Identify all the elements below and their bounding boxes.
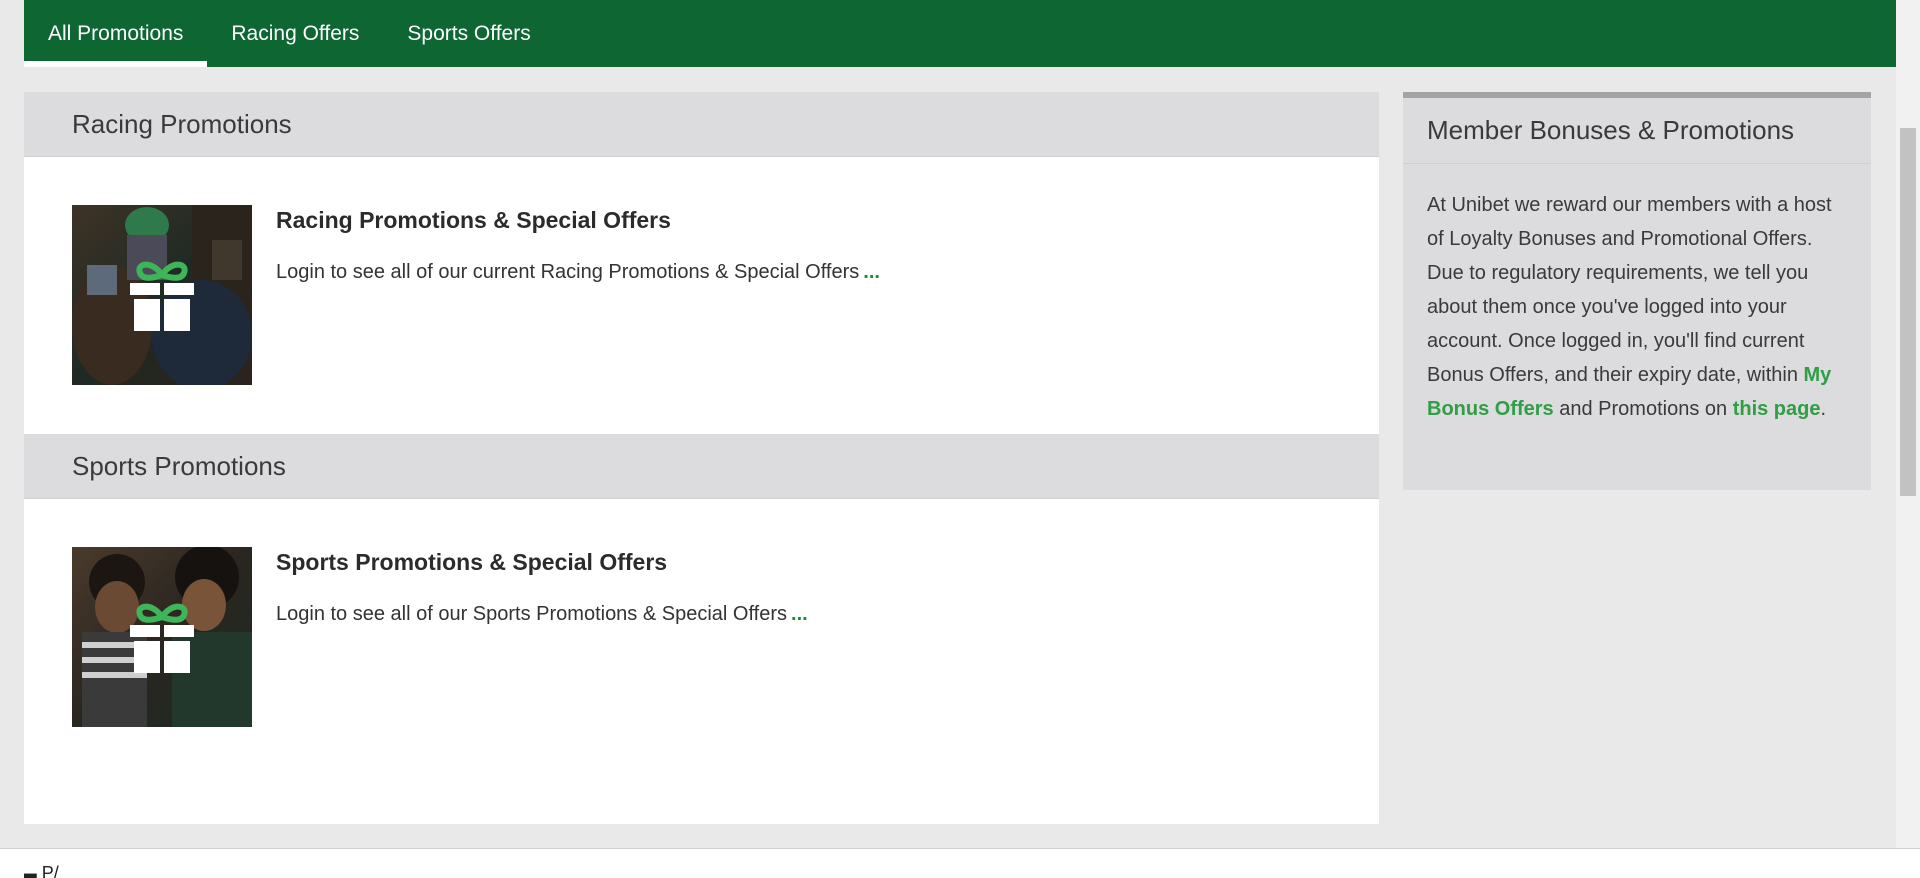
sidebar-body: At Unibet we reward our members with a h… [1403, 164, 1871, 426]
sports-promo-title[interactable]: Sports Promotions & Special Offers [276, 549, 667, 576]
racing-promo-description: Login to see all of our current Racing P… [276, 261, 880, 284]
racing-section-header: Racing Promotions [24, 92, 1379, 157]
sidebar-body-text-end: . [1820, 398, 1827, 420]
promotions-nav: All Promotions Racing Offers Sports Offe… [24, 0, 1896, 67]
racing-promo-card: Racing Promotions & Special Offers Login… [24, 157, 1379, 434]
sports-section-header: Sports Promotions [24, 434, 1379, 499]
sports-section-title: Sports Promotions [72, 450, 286, 481]
sports-promo-thumbnail[interactable] [72, 547, 252, 727]
sports-promo-more-link[interactable]: ... [791, 603, 808, 625]
racing-promo-title[interactable]: Racing Promotions & Special Offers [276, 207, 671, 234]
racing-thumbnail-image [72, 205, 252, 385]
sidebar-header: Member Bonuses & Promotions [1403, 98, 1871, 164]
racing-promo-more-link[interactable]: ... [863, 261, 880, 283]
sports-promo-description-text: Login to see all of our Sports Promotion… [276, 603, 788, 625]
this-page-link[interactable]: this page [1733, 398, 1821, 420]
sidebar-body-text: At Unibet we reward our members with a h… [1427, 194, 1832, 386]
sports-thumbnail-image [72, 547, 252, 727]
tab-all-promotions[interactable]: All Promotions [24, 0, 208, 67]
sports-promo-description: Login to see all of our Sports Promotion… [276, 603, 808, 626]
tab-sports-offers[interactable]: Sports Offers [383, 0, 554, 67]
sidebar-body-text-middle: and Promotions on [1553, 398, 1733, 420]
bottom-strip: ▄ P/ [0, 848, 1920, 878]
member-bonuses-sidebar: Member Bonuses & Promotions At Unibet we… [1403, 92, 1871, 490]
tab-racing-offers[interactable]: Racing Offers [207, 0, 383, 67]
racing-promo-thumbnail[interactable] [72, 205, 252, 385]
promotions-main: Racing Promotions Racing Promotions & Sp… [24, 92, 1379, 824]
scrollbar-thumb[interactable] [1900, 128, 1916, 496]
sports-promo-card: Sports Promotions & Special Offers Login… [24, 499, 1379, 776]
racing-section-title: Racing Promotions [72, 108, 292, 139]
page: All Promotions Racing Offers Sports Offe… [0, 0, 1920, 878]
bottom-strip-glyphs: ▄ P/ [24, 863, 59, 878]
racing-promo-description-text: Login to see all of our current Racing P… [276, 261, 860, 283]
page-scrollbar[interactable] [1896, 0, 1920, 848]
sidebar-title: Member Bonuses & Promotions [1427, 115, 1795, 145]
